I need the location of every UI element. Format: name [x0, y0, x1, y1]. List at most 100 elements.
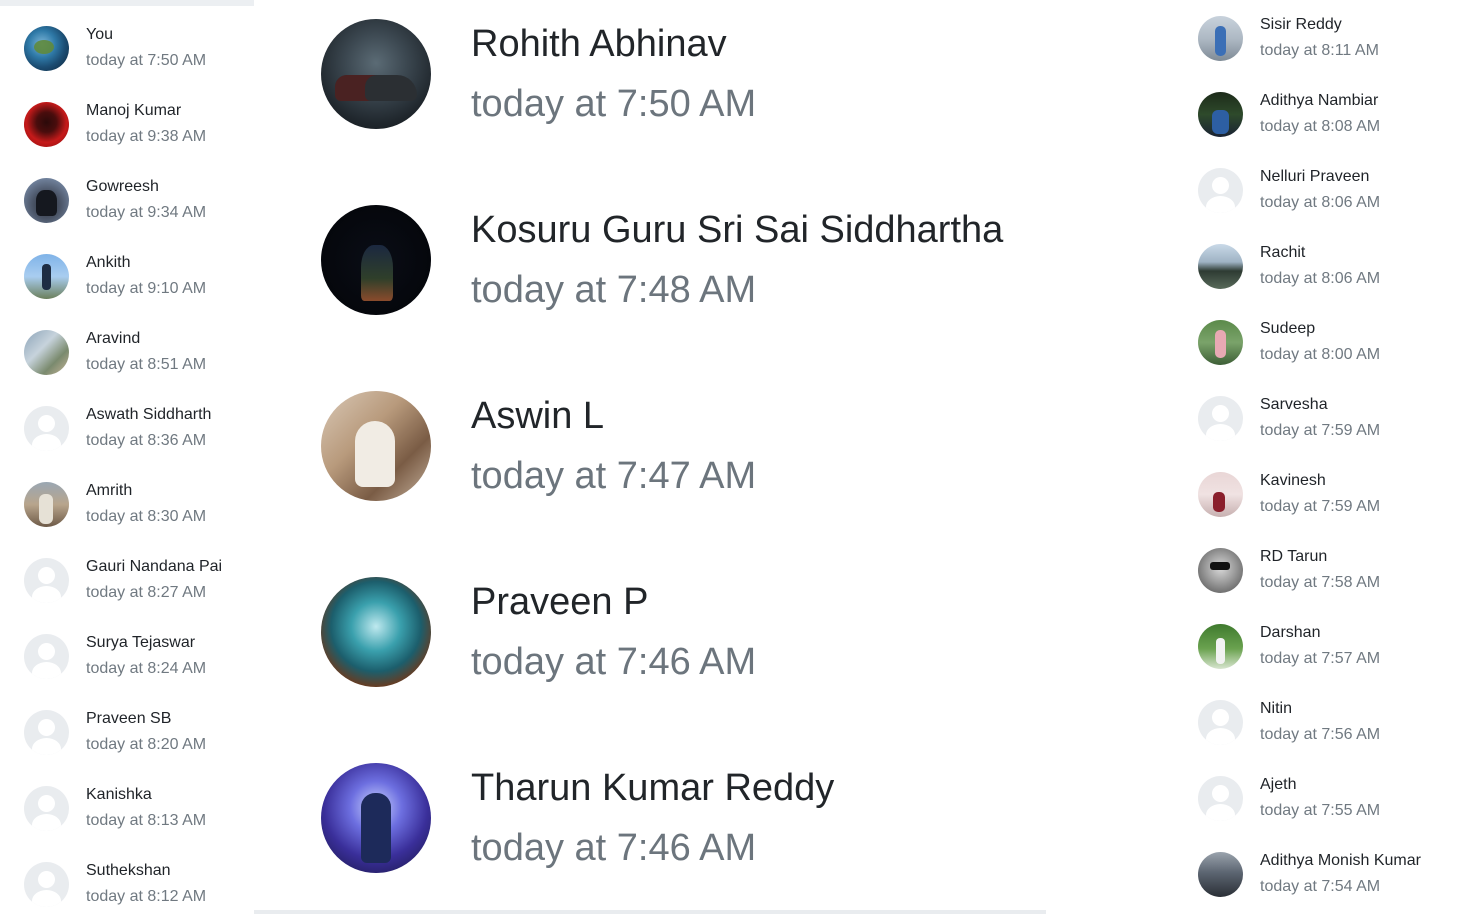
viewed-time: today at 7:59 AM	[1260, 497, 1381, 515]
viewer-row[interactable]: Rachit today at 8:06 AM	[1198, 236, 1438, 296]
viewer-row[interactable]: Praveen P today at 7:46 AM	[321, 576, 1041, 688]
viewer-row[interactable]: RD Tarun today at 7:58 AM	[1198, 540, 1438, 600]
avatar	[24, 177, 69, 223]
viewed-time: today at 7:47 AM	[471, 455, 757, 497]
avatar	[321, 19, 431, 129]
avatar	[321, 763, 431, 873]
default-avatar-icon	[24, 861, 69, 907]
avatar	[24, 253, 69, 299]
viewer-name: Rohith Abhinav	[471, 23, 727, 65]
viewed-time: today at 8:00 AM	[1260, 345, 1381, 363]
avatar	[1198, 547, 1243, 593]
viewer-name: Kanishka	[86, 785, 152, 803]
viewer-row[interactable]: Ankith today at 9:10 AM	[24, 246, 264, 306]
viewer-name: Manoj Kumar	[86, 101, 182, 119]
avatar	[321, 205, 431, 315]
viewer-name: Suthekshan	[86, 861, 171, 879]
viewed-time: today at 7:58 AM	[1260, 573, 1381, 591]
viewer-row[interactable]: Gauri Nandana Pai today at 8:27 AM	[24, 550, 264, 610]
viewer-row[interactable]: Sarvesha today at 7:59 AM	[1198, 388, 1438, 448]
viewer-row[interactable]: Sudeep today at 8:00 AM	[1198, 312, 1438, 372]
default-avatar-icon	[24, 557, 69, 603]
viewer-name: RD Tarun	[1260, 547, 1328, 565]
viewer-row[interactable]: Ajeth today at 7:55 AM	[1198, 768, 1438, 828]
avatar	[1198, 15, 1243, 61]
viewer-name: Nelluri Praveen	[1260, 167, 1370, 185]
viewed-time: today at 8:30 AM	[86, 507, 207, 525]
avatar	[1198, 851, 1243, 897]
default-avatar-icon	[24, 785, 69, 831]
viewed-time: today at 8:06 AM	[1260, 269, 1381, 287]
viewer-name: Sisir Reddy	[1260, 15, 1342, 33]
viewer-name: Adithya Nambiar	[1260, 91, 1379, 109]
viewed-time: today at 8:20 AM	[86, 735, 207, 753]
viewed-time: today at 7:46 AM	[471, 641, 757, 683]
avatar	[1198, 471, 1243, 517]
viewer-name: Kavinesh	[1260, 471, 1326, 489]
viewed-time: today at 7:46 AM	[471, 827, 757, 869]
viewer-name: Sarvesha	[1260, 395, 1328, 413]
viewer-name: Sudeep	[1260, 319, 1316, 337]
viewed-time: today at 8:11 AM	[1260, 41, 1379, 59]
viewer-row[interactable]: Kanishka today at 8:13 AM	[24, 778, 264, 838]
viewer-name: You	[86, 25, 113, 43]
default-avatar-icon	[24, 633, 69, 679]
viewer-name: Amrith	[86, 481, 133, 499]
viewer-name: Adithya Monish Kumar	[1260, 851, 1421, 869]
avatar	[24, 329, 69, 375]
viewed-time: today at 7:48 AM	[471, 269, 757, 311]
viewed-time: today at 7:59 AM	[1260, 421, 1381, 439]
viewed-time: today at 8:06 AM	[1260, 193, 1381, 211]
viewer-row[interactable]: Nelluri Praveen today at 8:06 AM	[1198, 160, 1438, 220]
viewed-time: today at 8:24 AM	[86, 659, 207, 677]
avatar	[1198, 319, 1243, 365]
viewer-row[interactable]: Amrith today at 8:30 AM	[24, 474, 264, 534]
viewed-time: today at 8:27 AM	[86, 583, 207, 601]
viewer-row[interactable]: Praveen SB today at 8:20 AM	[24, 702, 264, 762]
viewer-row[interactable]: Kavinesh today at 7:59 AM	[1198, 464, 1438, 524]
viewed-time: today at 8:12 AM	[86, 887, 207, 905]
viewer-name: Aswath Siddharth	[86, 405, 212, 423]
viewer-name: Gauri Nandana Pai	[86, 557, 223, 575]
viewed-time: today at 7:54 AM	[1260, 877, 1381, 895]
viewed-time: today at 9:34 AM	[86, 203, 207, 221]
avatar	[1198, 91, 1243, 137]
viewed-time: today at 8:08 AM	[1260, 117, 1381, 135]
viewed-time: today at 8:36 AM	[86, 431, 207, 449]
viewer-row[interactable]: Kosuru Guru Sri Sai Siddhartha today at 7…	[321, 204, 1041, 316]
viewed-time: today at 9:10 AM	[86, 279, 207, 297]
avatar	[24, 481, 69, 527]
viewed-time: today at 8:13 AM	[86, 811, 207, 829]
viewer-row[interactable]: Rohith Abhinav today at 7:50 AM	[321, 18, 1041, 130]
viewer-name: Aswin L	[471, 395, 605, 437]
avatar	[24, 101, 69, 147]
viewer-name: Praveen SB	[86, 709, 172, 727]
viewed-time: today at 9:38 AM	[86, 127, 207, 145]
viewer-row[interactable]: Nitin today at 7:56 AM	[1198, 692, 1438, 752]
top-divider	[0, 0, 254, 6]
default-avatar-icon	[24, 405, 69, 451]
default-avatar-icon	[24, 709, 69, 755]
viewer-row[interactable]: Darshan today at 7:57 AM	[1198, 616, 1438, 676]
viewer-row[interactable]: Adithya Nambiar today at 8:08 AM	[1198, 84, 1438, 144]
viewer-row[interactable]: Adithya Monish Kumar today at 7:54 AM	[1198, 844, 1438, 904]
viewer-row[interactable]: You today at 7:50 AM	[24, 18, 264, 78]
viewer-row[interactable]: Suthekshan today at 8:12 AM	[24, 854, 264, 914]
viewer-row[interactable]: Aswath Siddharth today at 8:36 AM	[24, 398, 264, 458]
viewer-row[interactable]: Aswin L today at 7:47 AM	[321, 390, 1041, 502]
viewer-row[interactable]: Surya Tejaswar today at 8:24 AM	[24, 626, 264, 686]
viewer-row[interactable]: Tharun Kumar Reddy today at 7:46 AM	[321, 762, 1041, 874]
viewer-row[interactable]: Manoj Kumar today at 9:38 AM	[24, 94, 264, 154]
viewer-name: Rachit	[1260, 243, 1306, 261]
viewer-name: Nitin	[1260, 699, 1293, 717]
viewer-name: Kosuru Guru Sri Sai Siddhartha	[471, 209, 1004, 251]
viewer-row[interactable]: Gowreesh today at 9:34 AM	[24, 170, 264, 230]
viewer-name: Ankith	[86, 253, 131, 271]
viewer-row[interactable]: Aravind today at 8:51 AM	[24, 322, 264, 382]
default-avatar-icon	[1198, 395, 1243, 441]
viewer-row[interactable]: Sisir Reddy today at 8:11 AM	[1198, 8, 1438, 68]
viewer-name: Surya Tejaswar	[86, 633, 196, 651]
default-avatar-icon	[1198, 167, 1243, 213]
viewed-time: today at 7:56 AM	[1260, 725, 1381, 743]
viewed-time: today at 7:50 AM	[471, 83, 757, 125]
